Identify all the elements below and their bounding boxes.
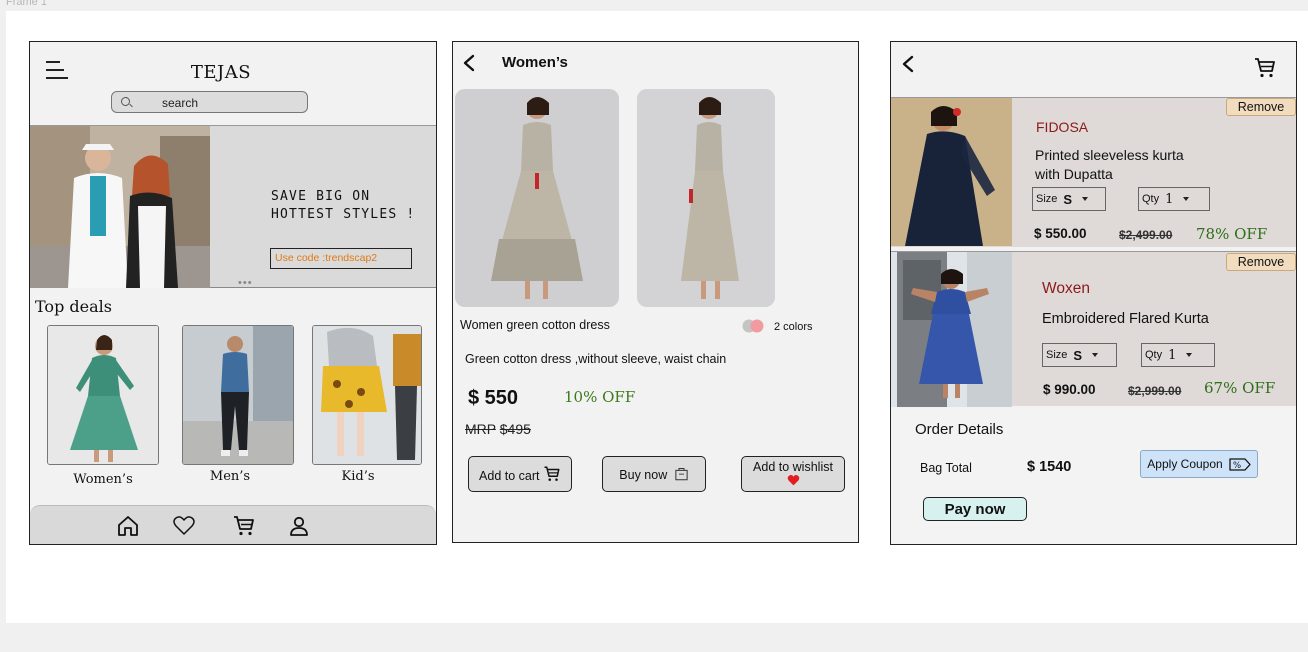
product-screen: Women’s Women green cotton dress 2 color… — [452, 41, 859, 543]
size-select[interactable]: Size S — [1042, 343, 1117, 367]
qty-value: 1 — [1165, 191, 1174, 207]
item-brand: Woxen — [1042, 280, 1090, 297]
svg-text:%: % — [1233, 461, 1241, 471]
promo-banner[interactable]: SAVE BIG ON HOTTEST STYLES ! Use code :t… — [30, 126, 436, 289]
cart-item-image[interactable] — [891, 252, 1012, 407]
item-discount: 78% OFF — [1196, 225, 1268, 243]
category-card-women[interactable] — [47, 325, 159, 465]
item-original-price: $2,499.00 — [1119, 228, 1173, 242]
coupon-code[interactable]: Use code :trendscap2 — [270, 248, 412, 269]
category-label-men: Men’s — [209, 469, 251, 484]
remove-button[interactable]: Remove — [1226, 253, 1296, 271]
coupon-tag-icon: % — [1229, 457, 1251, 471]
add-to-cart-button[interactable]: Add to cart — [468, 456, 572, 492]
add-to-wishlist-button[interactable]: Add to wishlist — [741, 456, 845, 492]
back-arrow-icon[interactable] — [461, 54, 477, 72]
item-title-line-2: with Dupatta — [1035, 166, 1113, 182]
home-screen: TEJAS SAVE BIG ON — [29, 41, 437, 545]
home-header: TEJAS — [30, 42, 436, 126]
qty-value: 1 — [1168, 347, 1177, 363]
mrp: MRP $495 — [465, 421, 531, 437]
item-price: $ 990.00 — [1043, 382, 1096, 397]
product-description: Green cotton dress ,without sleeve, wais… — [465, 352, 727, 366]
color-count: 2 colors — [774, 321, 813, 333]
color-swatch[interactable] — [741, 319, 765, 333]
product-image-front[interactable] — [455, 89, 619, 307]
size-select[interactable]: Size S — [1032, 187, 1106, 211]
cart-item-image[interactable] — [891, 98, 1012, 246]
size-value: S — [1063, 191, 1073, 207]
home-icon[interactable] — [116, 514, 140, 538]
discount-label: 10% OFF — [564, 388, 636, 406]
add-to-cart-label: Add to cart — [479, 469, 540, 483]
banner-line-1: SAVE BIG ON — [271, 189, 371, 204]
bag-total-value: $ 1540 — [1027, 459, 1072, 475]
heart-filled-icon — [787, 474, 799, 485]
section-title: Top deals — [35, 297, 112, 316]
mrp-label: MRP — [465, 421, 496, 437]
item-brand: FIDOSA — [1036, 119, 1089, 135]
apply-coupon-label: Apply Coupon — [1147, 457, 1223, 471]
item-title: Printed sleeveless kurta with Dupatta — [1035, 146, 1184, 184]
qty-label: Qty — [1145, 349, 1163, 361]
qty-select[interactable]: Qty 1 — [1138, 187, 1210, 211]
carousel-dots[interactable]: ••• — [238, 277, 253, 289]
remove-button[interactable]: Remove — [1226, 98, 1296, 116]
qty-label: Qty — [1142, 193, 1160, 205]
add-to-wishlist-label: Add to wishlist — [753, 459, 833, 474]
bottom-navigation — [30, 505, 436, 544]
cart-item: Remove Woxen Embroidered Flared Kurta Si… — [891, 251, 1296, 407]
cart-item: Remove FIDOSA Printed sleeveless kurta w… — [891, 97, 1296, 247]
bag-total-label: Bag Total — [920, 461, 972, 475]
size-label: Size — [1036, 193, 1058, 205]
apply-coupon-button[interactable]: Apply Coupon % — [1140, 450, 1258, 478]
category-label-women: Women’s — [73, 472, 133, 487]
category-card-kids[interactable] — [312, 325, 422, 465]
back-arrow-icon[interactable] — [900, 55, 916, 73]
cart-screen: Remove FIDOSA Printed sleeveless kurta w… — [890, 41, 1297, 545]
item-price: $ 550.00 — [1034, 226, 1087, 241]
order-title: Order Details — [915, 421, 1004, 438]
frame-label: Frame 1 — [6, 0, 47, 8]
search-icon — [121, 97, 130, 106]
mrp-value: $495 — [499, 421, 531, 437]
chevron-down-icon — [1082, 197, 1089, 201]
item-title-line-1: Printed sleeveless kurta — [1035, 147, 1184, 163]
banner-image — [30, 126, 210, 288]
product-price: $ 550 — [468, 387, 519, 409]
cart-icon[interactable] — [232, 514, 256, 538]
product-name: Women green cotton dress — [460, 318, 610, 332]
cart-icon[interactable] — [1253, 56, 1277, 80]
search-bar[interactable] — [111, 91, 308, 113]
chevron-down-icon — [1186, 353, 1193, 357]
size-value: S — [1073, 347, 1083, 363]
kids-category-image — [313, 326, 421, 464]
cart-icon — [544, 466, 560, 481]
item-discount: 67% OFF — [1204, 379, 1276, 397]
search-input[interactable] — [144, 94, 294, 111]
product-image-side[interactable] — [637, 89, 775, 307]
buy-now-label: Buy now — [619, 468, 668, 482]
order-details: Order Details Bag Total $ 1540 Apply Cou… — [891, 408, 1296, 544]
pay-now-button[interactable]: Pay now — [923, 497, 1027, 521]
men-category-image — [183, 326, 293, 464]
size-label: Size — [1046, 349, 1068, 361]
banner-headline: SAVE BIG ON HOTTEST STYLES ! — [271, 188, 415, 224]
category-card-men[interactable] — [182, 325, 294, 465]
banner-line-2: HOTTEST STYLES ! — [271, 207, 416, 222]
page-title: Women’s — [502, 54, 568, 71]
chevron-down-icon — [1183, 197, 1190, 201]
bag-icon — [675, 468, 688, 481]
women-category-image — [48, 326, 158, 464]
buy-now-button[interactable]: Buy now — [602, 456, 706, 492]
item-original-price: $2,999.00 — [1128, 384, 1182, 398]
qty-select[interactable]: Qty 1 — [1141, 343, 1215, 367]
brand-logo: TEJAS — [190, 62, 252, 83]
category-label-kids: Kid’s — [341, 469, 375, 484]
item-title: Embroidered Flared Kurta — [1042, 311, 1209, 327]
heart-icon[interactable] — [172, 514, 196, 538]
chevron-down-icon — [1092, 353, 1099, 357]
user-icon[interactable] — [287, 514, 311, 538]
